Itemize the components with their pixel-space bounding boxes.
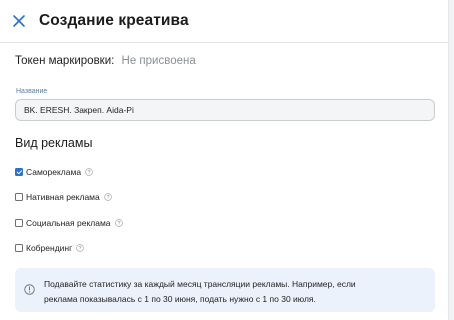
option-native-advertising[interactable]: Нативная реклама <box>15 191 112 203</box>
scrollbar-track[interactable] <box>448 0 454 320</box>
question-icon[interactable] <box>114 219 123 227</box>
close-icon[interactable] <box>11 13 27 29</box>
cobranding-checkbox[interactable] <box>15 244 23 252</box>
create-creative-panel: Создание креатива Токен маркировки: Не п… <box>0 0 448 320</box>
ad-type-heading: Вид рекламы <box>15 136 93 150</box>
page-title: Создание креатива <box>39 12 189 29</box>
question-icon[interactable] <box>85 168 93 176</box>
option-label: Самореклама <box>26 167 82 177</box>
info-line: реклама показывалась с 1 по 30 июня, под… <box>44 294 316 304</box>
social-advertising-checkbox[interactable] <box>15 219 23 227</box>
token-label: Токен маркировки: <box>15 55 115 67</box>
info-line: Подавайте статистику за каждый месяц тра… <box>44 279 356 289</box>
native-advertising-checkbox[interactable] <box>15 193 23 201</box>
self-advertising-checkbox[interactable] <box>15 168 23 176</box>
option-label: Кобрендинг <box>26 243 73 253</box>
info-icon <box>24 284 35 295</box>
name-input[interactable] <box>15 99 435 121</box>
statistics-info-banner: Подавайте статистику за каждый месяц тра… <box>15 268 435 312</box>
token-row: Токен маркировки: Не присвоена <box>15 55 196 67</box>
question-icon[interactable] <box>103 193 112 201</box>
info-text: Подавайте статистику за каждый месяц тра… <box>44 277 424 307</box>
name-field-caption: Название <box>16 88 48 95</box>
option-social-advertising[interactable]: Социальная реклама <box>15 217 123 229</box>
option-cobranding[interactable]: Кобрендинг <box>15 242 84 254</box>
option-label: Социальная реклама <box>26 218 111 228</box>
token-value: Не присвоена <box>121 55 196 67</box>
option-self-advertising[interactable]: Самореклама <box>15 166 93 178</box>
option-label: Нативная реклама <box>26 192 100 202</box>
panel-header: Создание креатива <box>0 0 448 43</box>
question-icon[interactable] <box>76 244 84 252</box>
